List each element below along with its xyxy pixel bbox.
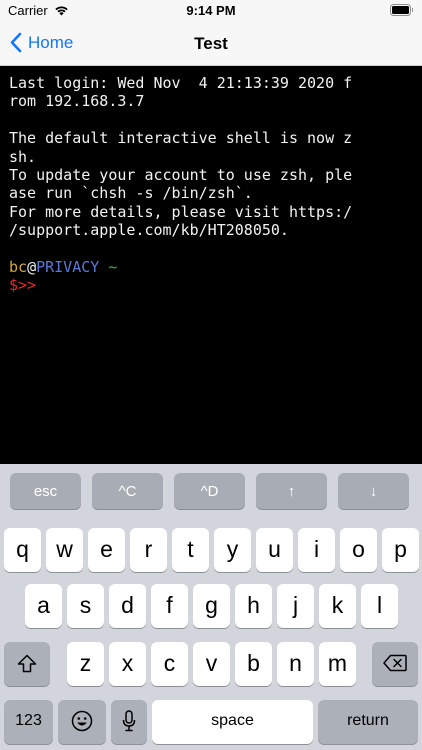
key-f[interactable]: f <box>151 584 188 628</box>
prompt-host: PRIVACY <box>36 257 100 276</box>
key-a[interactable]: a <box>25 584 62 628</box>
key-z[interactable]: z <box>67 642 104 686</box>
microphone-icon <box>122 710 136 732</box>
key-j[interactable]: j <box>277 584 314 628</box>
emoji-key[interactable] <box>58 700 106 744</box>
ctrl-c-key[interactable]: ^C <box>92 473 163 509</box>
navigation-bar: Home Test <box>0 22 422 66</box>
prompt-at: @ <box>27 257 37 276</box>
space-key[interactable]: space <box>152 700 313 744</box>
key-v[interactable]: v <box>193 642 230 686</box>
key-m[interactable]: m <box>319 642 356 686</box>
key-b[interactable]: b <box>235 642 272 686</box>
key-o[interactable]: o <box>340 528 377 572</box>
prompt-directory: ~ <box>108 257 118 276</box>
key-h[interactable]: h <box>235 584 272 628</box>
delete-key[interactable] <box>372 642 418 686</box>
key-g[interactable]: g <box>193 584 230 628</box>
key-k[interactable]: k <box>319 584 356 628</box>
key-i[interactable]: i <box>298 528 335 572</box>
key-d[interactable]: d <box>109 584 146 628</box>
battery-icon <box>390 4 413 16</box>
shift-key[interactable] <box>4 642 50 686</box>
terminal-line: For more details, please visit https:/ <box>9 202 353 221</box>
key-c[interactable]: c <box>151 642 188 686</box>
return-key[interactable]: return <box>318 700 418 744</box>
arrow-down-key[interactable]: ↓ <box>338 473 409 509</box>
key-w[interactable]: w <box>46 528 83 572</box>
key-s[interactable]: s <box>67 584 104 628</box>
key-p[interactable]: p <box>382 528 419 572</box>
terminal-view[interactable]: Last login: Wed Nov 4 21:13:39 2020 f ro… <box>0 66 422 464</box>
key-q[interactable]: q <box>4 528 41 572</box>
key-u[interactable]: u <box>256 528 293 572</box>
ctrl-d-key[interactable]: ^D <box>174 473 245 509</box>
key-x[interactable]: x <box>109 642 146 686</box>
dictation-key[interactable] <box>111 700 147 744</box>
shift-icon <box>17 654 37 672</box>
key-y[interactable]: y <box>214 528 251 572</box>
key-n[interactable]: n <box>277 642 314 686</box>
keyboard: esc ^C ^D ↑ ↓ q w e r t y u i o p a s d … <box>0 464 422 750</box>
key-r[interactable]: r <box>130 528 167 572</box>
esc-key[interactable]: esc <box>10 473 81 509</box>
key-t[interactable]: t <box>172 528 209 572</box>
terminal-line: To update your account to use zsh, ple <box>9 165 353 184</box>
terminal-line: The default interactive shell is now z <box>9 129 353 148</box>
terminal-line: /support.apple.com/kb/HT208050. <box>9 221 289 240</box>
terminal-line: sh. <box>9 147 37 166</box>
prompt-line: bc@PRIVACY ~ <box>9 258 416 276</box>
key-l[interactable]: l <box>361 584 398 628</box>
terminal-line: rom 192.168.3.7 <box>9 92 145 111</box>
prompt-input-line[interactable]: $>> <box>9 276 416 294</box>
prompt-user: bc <box>9 257 28 276</box>
status-bar: Carrier 9:14 PM <box>0 0 422 22</box>
key-e[interactable]: e <box>88 528 125 572</box>
arrow-up-key[interactable]: ↑ <box>256 473 327 509</box>
numbers-key[interactable]: 123 <box>4 700 53 744</box>
terminal-line: ase run `chsh -s /bin/zsh`. <box>9 184 253 203</box>
terminal-line: Last login: Wed Nov 4 21:13:39 2020 f <box>9 74 353 92</box>
status-time: 9:14 PM <box>186 3 236 18</box>
page-title: Test <box>194 34 228 53</box>
prompt-symbol: $>> <box>9 276 37 295</box>
emoji-icon <box>71 710 93 732</box>
delete-backspace-icon <box>383 654 407 672</box>
